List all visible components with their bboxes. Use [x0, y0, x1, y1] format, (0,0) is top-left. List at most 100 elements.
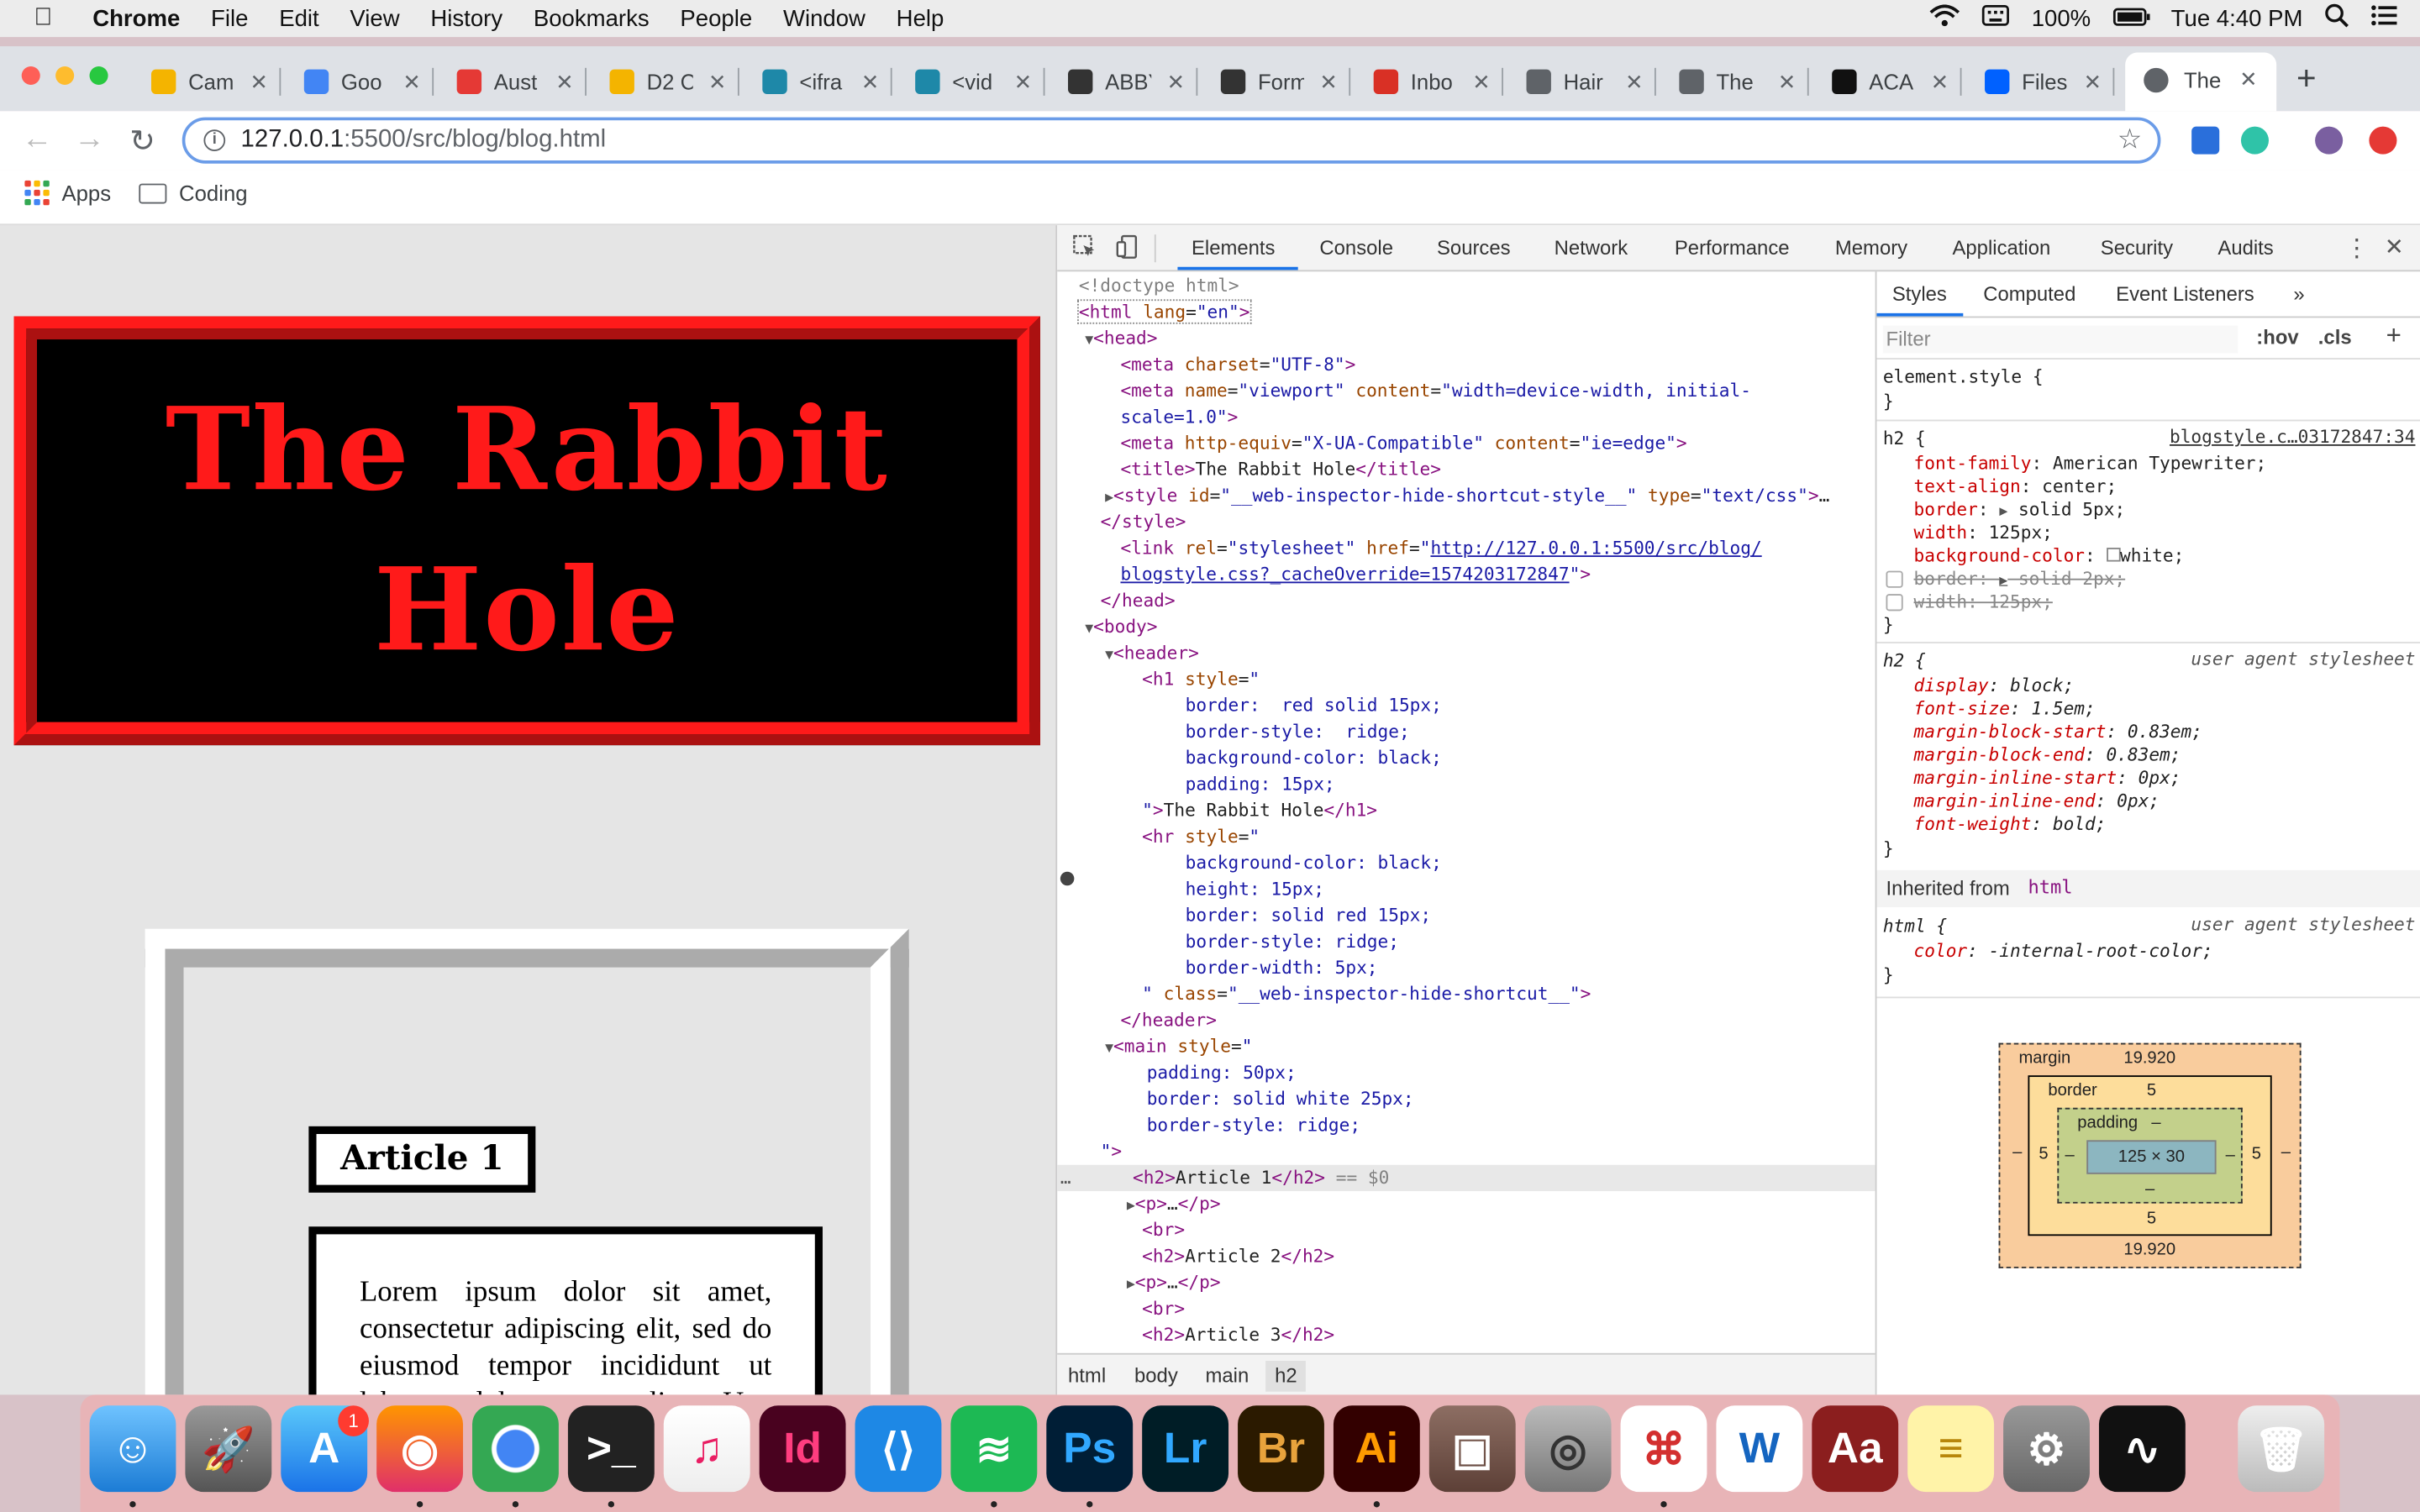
inherited-tag[interactable]: html: [2028, 876, 2072, 898]
tab-item[interactable]: Form ✕: [1220, 61, 1350, 102]
tab-item[interactable]: <ifra ✕: [762, 61, 892, 102]
style-rule-element[interactable]: element.style {: [1883, 364, 2044, 388]
dock-spotify-icon[interactable]: ≋: [950, 1405, 1038, 1493]
menu-people[interactable]: People: [680, 5, 752, 31]
site-info-icon[interactable]: i: [203, 129, 226, 152]
tab-item[interactable]: Goo ✕: [303, 61, 434, 102]
dock-notes-icon[interactable]: ≡: [1907, 1405, 1995, 1493]
menu-file[interactable]: File: [211, 5, 248, 31]
dock-image-capture-icon[interactable]: ◎: [1524, 1405, 1612, 1493]
dom-line[interactable]: ▼<body>: [1057, 614, 1875, 640]
dom-line[interactable]: </header>: [1057, 1007, 1875, 1033]
url-text[interactable]: 127.0.0.1:5500/src/blog/blog.html: [241, 127, 607, 155]
menu-app-chrome[interactable]: Chrome: [92, 5, 180, 31]
dom-line[interactable]: </style>: [1057, 509, 1875, 535]
padding-bottom-value[interactable]: –: [2145, 1180, 2154, 1199]
dom-line[interactable]: " class="__web-inspector-hide-shortcut__…: [1057, 981, 1875, 1007]
more-options-icon[interactable]: ⋮: [2344, 233, 2369, 264]
close-tab-icon[interactable]: ✕: [2239, 66, 2258, 92]
dom-line[interactable]: border: solid white 25px;: [1057, 1086, 1875, 1112]
dock-firefox-icon[interactable]: ◉: [376, 1405, 464, 1493]
menu-window[interactable]: Window: [783, 5, 865, 31]
padding-right-value[interactable]: –: [2226, 1147, 2235, 1165]
dock-acrobat-icon[interactable]: ⌘: [1620, 1405, 1707, 1493]
new-tab-button[interactable]: +: [2296, 59, 2317, 99]
margin-top-value[interactable]: 19.920: [2123, 1049, 2175, 1068]
tab-sources[interactable]: Sources: [1437, 236, 1511, 260]
forward-button[interactable]: →: [74, 122, 105, 157]
disable-property-checkbox[interactable]: [1886, 570, 1903, 588]
tab-item[interactable]: <vid ✕: [915, 61, 1044, 102]
dom-line[interactable]: height: 15px;: [1057, 876, 1875, 902]
ua-rule-selector[interactable]: html {: [1883, 913, 1947, 937]
device-toolbar-icon[interactable]: [1116, 234, 1140, 259]
minimize-window-button[interactable]: [55, 66, 75, 86]
close-tab-icon[interactable]: ✕: [402, 69, 421, 95]
close-tab-icon[interactable]: ✕: [708, 69, 727, 95]
dom-line[interactable]: ▶<p>…</p>: [1057, 1191, 1875, 1217]
dom-line[interactable]: border: red solid 15px;: [1057, 693, 1875, 719]
crumb-main[interactable]: main: [1205, 1364, 1249, 1388]
margin-bottom-value[interactable]: 19.920: [2123, 1241, 2175, 1259]
wifi-icon[interactable]: [1929, 4, 1960, 33]
dom-line[interactable]: border: solid red 15px;: [1057, 902, 1875, 928]
breakpoint-dot[interactable]: [1060, 871, 1075, 886]
address-bar[interactable]: i 127.0.0.1:5500/src/blog/blog.html ☆: [182, 117, 2161, 164]
dock-launchpad-icon[interactable]: 🚀: [185, 1405, 272, 1493]
dock-vs-code-icon[interactable]: ⟨⟩: [855, 1405, 942, 1493]
tab-styles[interactable]: Styles: [1892, 282, 1947, 306]
tab-computed[interactable]: Computed: [1983, 282, 2075, 306]
tab-security[interactable]: Security: [2101, 236, 2173, 260]
tab-item[interactable]: Hair ✕: [1526, 61, 1656, 102]
tab-item[interactable]: Cam ✕: [151, 61, 281, 102]
dom-line[interactable]: scale=1.0">: [1057, 404, 1875, 430]
dock-activity-monitor-icon[interactable]: ∿: [2098, 1405, 2186, 1493]
dom-line[interactable]: padding: 50px;: [1057, 1060, 1875, 1086]
dock-system-preferences-icon[interactable]: ⚙: [2003, 1405, 2090, 1493]
dom-line-selected[interactable]: … <h2>Article 1</h2> == $0: [1057, 1164, 1876, 1191]
dock-word-icon[interactable]: W: [1716, 1405, 1803, 1493]
dom-line[interactable]: <meta name="viewport" content="width=dev…: [1057, 378, 1875, 404]
menu-view[interactable]: View: [350, 5, 399, 31]
crumb-h2[interactable]: h2: [1265, 1361, 1307, 1392]
clock[interactable]: Tue 4:40 PM: [2171, 5, 2303, 31]
close-tab-icon[interactable]: ✕: [1931, 69, 1949, 95]
dock-photoshop-icon[interactable]: Ps: [1046, 1405, 1134, 1493]
new-rule-icon[interactable]: +: [2386, 321, 2402, 352]
disable-property-checkbox[interactable]: [1886, 594, 1903, 612]
padding-top-value[interactable]: –: [2151, 1114, 2160, 1132]
tab-event-listeners[interactable]: Event Listeners: [2116, 282, 2254, 306]
close-window-button[interactable]: [21, 66, 40, 86]
dock-lightroom-icon[interactable]: Lr: [1142, 1405, 1229, 1493]
tab-item[interactable]: The ✕: [1679, 61, 1809, 102]
style-declaration-overridden[interactable]: width: 125px;: [1914, 590, 2053, 614]
tab-application[interactable]: Application: [1952, 236, 2050, 260]
tab-performance[interactable]: Performance: [1675, 236, 1790, 260]
bookmark-folder-coding[interactable]: Coding: [139, 181, 248, 205]
close-tab-icon[interactable]: ✕: [1778, 69, 1797, 95]
dock-preview-icon[interactable]: ▣: [1428, 1405, 1516, 1493]
dom-line[interactable]: <hr style=": [1057, 824, 1875, 850]
bookmark-star-icon[interactable]: ☆: [2118, 123, 2143, 156]
close-devtools-icon[interactable]: ✕: [2385, 233, 2404, 260]
cls-toggle[interactable]: .cls: [2318, 326, 2352, 349]
dock-bridge-icon[interactable]: Br: [1238, 1405, 1324, 1493]
tab-elements[interactable]: Elements: [1192, 236, 1276, 260]
crumb-html[interactable]: html: [1068, 1364, 1106, 1388]
style-declaration[interactable]: font-family: American Typewriter;: [1914, 450, 2267, 475]
tab-item[interactable]: Aust ✕: [456, 61, 587, 102]
dock-dictionary-icon[interactable]: Aa: [1812, 1405, 1899, 1493]
filter-input[interactable]: Filter: [1882, 325, 2238, 354]
color-picker-extension-icon[interactable]: [2191, 126, 2220, 155]
crumb-body[interactable]: body: [1134, 1364, 1178, 1388]
menu-history[interactable]: History: [430, 5, 502, 31]
close-tab-icon[interactable]: ✕: [861, 69, 880, 95]
style-declaration[interactable]: width: 125px;: [1914, 520, 2053, 544]
zoom-window-button[interactable]: [89, 66, 108, 86]
dom-line[interactable]: </head>: [1057, 588, 1875, 614]
stylesheet-link[interactable]: blogstyle.c…03172847:34: [2170, 426, 2416, 448]
update-icon[interactable]: [2369, 126, 2397, 155]
dom-line[interactable]: <!doctype html>: [1057, 273, 1875, 299]
inspect-element-icon[interactable]: [1073, 234, 1097, 259]
apple-icon[interactable]: : [34, 5, 65, 33]
